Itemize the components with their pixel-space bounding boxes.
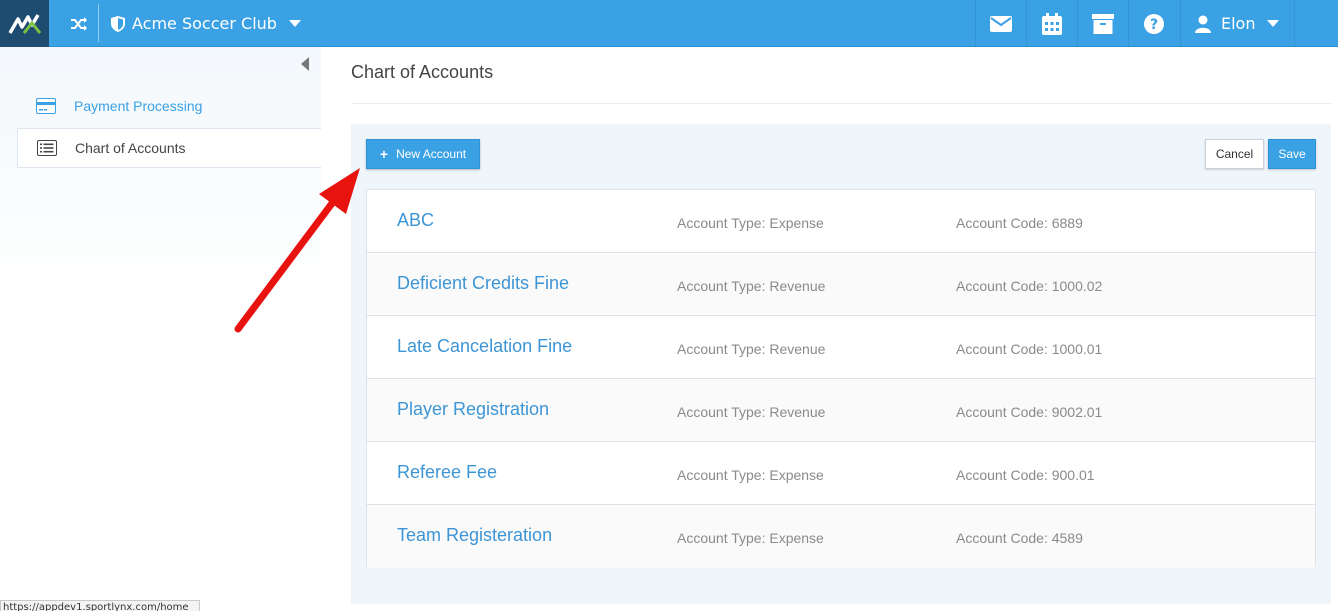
status-bar-url: https://appdev1.sportlynx.com/home (0, 600, 200, 611)
chevron-down-icon (288, 19, 301, 27)
calendar-icon[interactable] (1026, 0, 1077, 47)
sidebar-item-payment-processing[interactable]: Payment Processing (17, 86, 321, 126)
club-name: Acme Soccer Club (132, 14, 277, 33)
list-item[interactable]: Deficient Credits Fine Account Type: Rev… (367, 253, 1315, 316)
account-code: Account Code: 4589 (956, 530, 1083, 546)
account-type: Account Type: Expense (677, 215, 824, 231)
list-item[interactable]: Referee Fee Account Type: Expense Accoun… (367, 442, 1315, 505)
sidebar: Payment Processing Chart of Accounts (0, 47, 321, 611)
sidebar-item-label: Chart of Accounts (75, 140, 186, 156)
account-code: Account Code: 1000.02 (956, 278, 1103, 294)
cancel-button[interactable]: Cancel (1205, 139, 1264, 169)
new-account-button[interactable]: + New Account (366, 139, 480, 169)
divider (98, 4, 99, 42)
save-button[interactable]: Save (1268, 139, 1316, 169)
account-name[interactable]: Deficient Credits Fine (397, 273, 569, 294)
account-name[interactable]: Late Cancelation Fine (397, 336, 572, 357)
account-name[interactable]: Referee Fee (397, 462, 497, 483)
shield-icon (111, 15, 125, 32)
sidebar-item-chart-of-accounts[interactable]: Chart of Accounts (17, 128, 321, 168)
new-account-label: New Account (396, 147, 467, 161)
top-navbar: Acme Soccer Club ? Elon (0, 0, 1338, 47)
help-icon[interactable]: ? (1128, 0, 1179, 47)
user-icon (1195, 15, 1211, 33)
account-type: Account Type: Revenue (677, 404, 826, 420)
account-code: Account Code: 6889 (956, 215, 1083, 231)
account-code: Account Code: 900.01 (956, 467, 1095, 483)
account-code: Account Code: 9002.01 (956, 404, 1103, 420)
list-item[interactable]: Team Registeration Account Type: Expense… (367, 505, 1315, 568)
svg-text:?: ? (1150, 17, 1158, 33)
archive-icon[interactable] (1077, 0, 1128, 47)
account-name[interactable]: ABC (397, 210, 434, 231)
collapse-sidebar-icon[interactable] (299, 57, 311, 71)
logo-icon[interactable] (0, 0, 49, 47)
list-item[interactable]: Late Cancelation Fine Account Type: Reve… (367, 316, 1315, 379)
account-type: Account Type: Expense (677, 467, 824, 483)
sidebar-item-label: Payment Processing (74, 98, 203, 114)
page-title: Chart of Accounts (351, 62, 494, 82)
plus-icon: + (379, 146, 389, 162)
list-icon (37, 140, 57, 156)
account-type: Account Type: Revenue (677, 341, 826, 357)
list-item[interactable]: ABC Account Type: Expense Account Code: … (367, 190, 1315, 253)
divider (351, 103, 1331, 104)
list-item[interactable]: Player Registration Account Type: Revenu… (367, 379, 1315, 442)
club-selector[interactable]: Acme Soccer Club (110, 0, 301, 47)
envelope-icon[interactable] (975, 0, 1026, 47)
account-type: Account Type: Revenue (677, 278, 826, 294)
account-name[interactable]: Team Registeration (397, 525, 552, 546)
accounts-list: ABC Account Type: Expense Account Code: … (366, 189, 1316, 568)
user-name: Elon (1221, 14, 1256, 33)
chevron-down-icon (1267, 19, 1280, 27)
account-type: Account Type: Expense (677, 530, 824, 546)
credit-card-icon (36, 98, 56, 114)
account-code: Account Code: 1000.01 (956, 341, 1103, 357)
user-menu[interactable]: Elon (1180, 0, 1295, 47)
account-name[interactable]: Player Registration (397, 399, 549, 420)
shuffle-icon[interactable] (60, 0, 98, 47)
